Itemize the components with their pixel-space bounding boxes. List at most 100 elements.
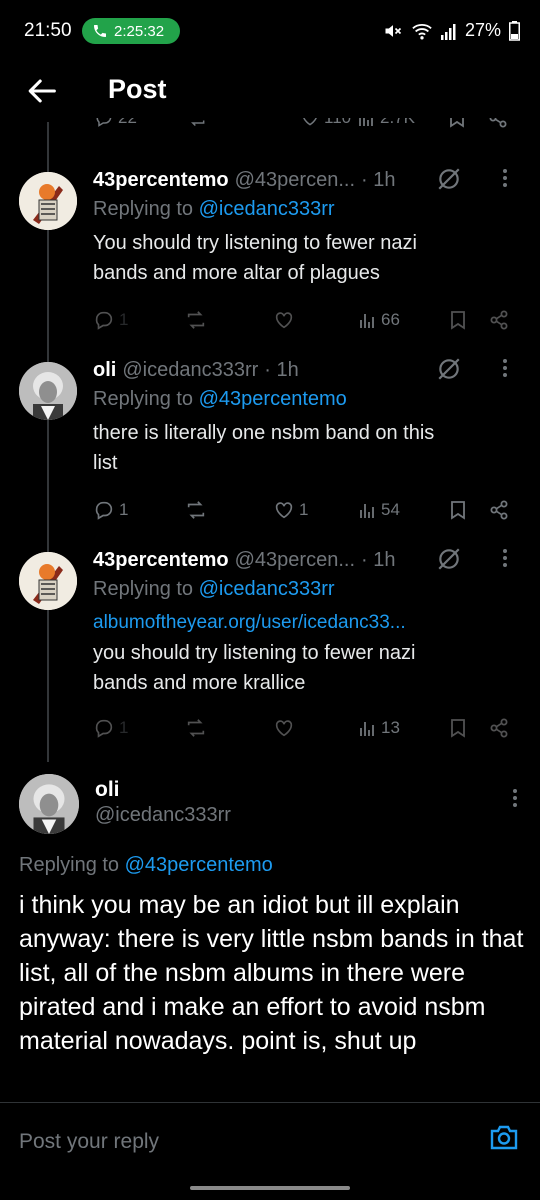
mention-link[interactable]: @icedanc333rr bbox=[199, 198, 335, 220]
post-text-line: bands and more krallice bbox=[93, 672, 306, 694]
repost-button[interactable] bbox=[185, 309, 207, 331]
share-button[interactable] bbox=[489, 310, 509, 330]
grok-icon[interactable] bbox=[436, 546, 462, 572]
reply-button[interactable]: 1 bbox=[93, 717, 128, 739]
post-time: · 1h bbox=[264, 358, 299, 381]
call-pill[interactable]: 2:25:32 bbox=[82, 18, 180, 44]
post-time: · 1h bbox=[361, 548, 396, 571]
views-icon bbox=[359, 501, 377, 519]
views-button[interactable]: 54 bbox=[359, 500, 400, 520]
avatar[interactable] bbox=[19, 172, 77, 230]
repost-button[interactable] bbox=[186, 118, 208, 128]
bookmark-button[interactable] bbox=[449, 718, 467, 738]
signal-icon bbox=[440, 22, 457, 40]
mention-link[interactable]: @icedanc333rr bbox=[199, 578, 335, 600]
avatar[interactable] bbox=[19, 552, 77, 610]
repost-button[interactable] bbox=[185, 717, 207, 739]
mention-link[interactable]: @43percentemo bbox=[199, 388, 347, 410]
views-count: 2.7K bbox=[380, 118, 415, 128]
reply-count: 1 bbox=[119, 500, 129, 519]
share-button[interactable] bbox=[489, 718, 509, 738]
like-button[interactable]: 1 bbox=[273, 499, 308, 521]
bookmark-icon bbox=[449, 718, 467, 738]
bookmark-icon bbox=[449, 310, 467, 330]
views-button[interactable]: 13 bbox=[359, 718, 400, 738]
like-count: 110 bbox=[324, 118, 351, 128]
post-text-line: you should try listening to fewer nazi bbox=[93, 642, 416, 664]
camera-icon[interactable] bbox=[489, 1123, 519, 1151]
replying-to-line: Replying to @43percentemo bbox=[93, 388, 530, 416]
top-app-bar: Post bbox=[0, 64, 540, 124]
share-icon bbox=[489, 500, 509, 520]
reply-input[interactable]: Post your reply bbox=[19, 1130, 159, 1154]
avatar[interactable] bbox=[19, 774, 79, 834]
like-count: 1 bbox=[299, 500, 309, 519]
main-post-text: i think you may be an idiot but ill expl… bbox=[19, 891, 524, 1055]
heart-icon bbox=[273, 499, 295, 521]
share-button[interactable] bbox=[489, 500, 509, 520]
status-time: 21:50 bbox=[24, 20, 72, 41]
more-options-icon[interactable] bbox=[502, 548, 508, 568]
url-link[interactable]: albumoftheyear.org/user/icedanc33... bbox=[93, 608, 530, 638]
heart-icon bbox=[273, 717, 295, 739]
status-bar: 21:50 2:25:32 27% bbox=[0, 0, 540, 64]
reply-post[interactable]: oli @icedanc333rr · 1h Replying to @43pe… bbox=[0, 356, 540, 536]
replying-to-line: Replying to @icedanc333rr bbox=[93, 198, 530, 226]
reply-header: 43percentemo @43percen... · 1h bbox=[93, 166, 530, 194]
reply-icon bbox=[94, 118, 114, 128]
battery-icon bbox=[509, 20, 520, 41]
post-time: · 1h bbox=[361, 168, 396, 191]
views-icon bbox=[359, 311, 377, 329]
wifi-icon bbox=[411, 21, 433, 41]
reply-count: 1 bbox=[119, 718, 129, 737]
grok-icon[interactable] bbox=[436, 356, 462, 382]
like-button[interactable] bbox=[273, 717, 295, 739]
post-text: You should try listening to fewer nazi b… bbox=[93, 228, 530, 288]
reply-button[interactable]: 22 bbox=[94, 118, 137, 128]
views-icon bbox=[359, 719, 377, 737]
reply-count: 1 bbox=[119, 310, 129, 329]
reply-header: 43percentemo @43percen... · 1h bbox=[93, 546, 530, 574]
status-icons: 27% bbox=[383, 20, 520, 41]
bookmark-button[interactable] bbox=[448, 118, 466, 128]
page-title: Post bbox=[108, 74, 167, 104]
bookmark-button[interactable] bbox=[449, 310, 467, 330]
reply-icon bbox=[93, 309, 115, 331]
heart-icon bbox=[273, 309, 295, 331]
mention-link[interactable]: @43percentemo bbox=[125, 854, 273, 876]
replying-to-label: Replying to bbox=[93, 388, 194, 410]
like-button[interactable] bbox=[273, 309, 295, 331]
reply-button[interactable]: 1 bbox=[93, 309, 128, 331]
display-name[interactable]: 43percentemo bbox=[93, 169, 229, 192]
display-name[interactable]: oli bbox=[95, 778, 120, 802]
back-arrow-icon[interactable] bbox=[26, 74, 60, 108]
display-name[interactable]: 43percentemo bbox=[93, 549, 229, 572]
views-count: 13 bbox=[381, 718, 400, 737]
share-button[interactable] bbox=[488, 118, 508, 128]
post-text-line: list bbox=[93, 452, 118, 474]
phone-icon bbox=[92, 23, 108, 39]
replying-to-line: Replying to @43percentemo bbox=[19, 854, 273, 882]
more-options-icon[interactable] bbox=[512, 788, 518, 808]
like-button[interactable]: 110 bbox=[300, 118, 351, 128]
views-button[interactable]: 2.7K bbox=[358, 118, 415, 128]
gesture-nav-bar[interactable] bbox=[190, 1186, 350, 1190]
more-options-icon[interactable] bbox=[502, 358, 508, 378]
post-text: you should try listening to fewer nazi b… bbox=[93, 638, 530, 698]
avatar[interactable] bbox=[19, 362, 77, 420]
repost-icon bbox=[185, 499, 207, 521]
display-name[interactable]: oli bbox=[93, 359, 116, 382]
replying-to-label: Replying to bbox=[19, 854, 120, 876]
repost-button[interactable] bbox=[185, 499, 207, 521]
user-handle: @43percen... bbox=[234, 548, 355, 571]
reply-post[interactable]: 43percentemo @43percen... · 1h Replying … bbox=[0, 166, 540, 346]
reply-button[interactable]: 1 bbox=[93, 499, 128, 521]
repost-icon bbox=[186, 118, 208, 128]
reply-post[interactable]: 43percentemo @43percen... · 1h Replying … bbox=[0, 546, 540, 746]
grok-icon[interactable] bbox=[436, 166, 462, 192]
views-count: 54 bbox=[381, 500, 400, 519]
bookmark-button[interactable] bbox=[449, 500, 467, 520]
repost-icon bbox=[185, 717, 207, 739]
views-button[interactable]: 66 bbox=[359, 310, 400, 330]
more-options-icon[interactable] bbox=[502, 168, 508, 188]
